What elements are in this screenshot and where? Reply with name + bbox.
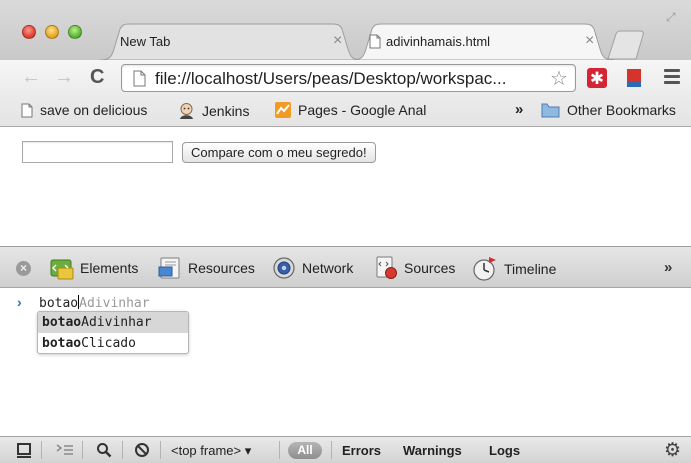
page-content: Compare com o meu segredo! bbox=[0, 128, 691, 246]
autocomplete-list: botaoAdivinhar botaoClicado bbox=[37, 311, 189, 354]
tab-label: Network bbox=[302, 260, 354, 276]
bookmark-google-analytics[interactable]: Pages - Google Anal bbox=[275, 102, 426, 118]
guess-input[interactable] bbox=[22, 141, 173, 163]
tab-network[interactable]: Network bbox=[272, 256, 353, 280]
address-bar[interactable]: file://localhost/Users/peas/Desktop/work… bbox=[121, 64, 576, 92]
suggestion-match: botao bbox=[42, 336, 82, 351]
filter-warnings-button[interactable]: Warnings bbox=[403, 443, 462, 458]
suggestion-rest: Clicado bbox=[81, 336, 136, 351]
window-close-button[interactable] bbox=[22, 25, 36, 39]
bookmark-star-icon[interactable]: ☆ bbox=[550, 66, 568, 91]
tab-new-tab[interactable]: New Tab × bbox=[100, 23, 362, 60]
search-icon[interactable] bbox=[96, 442, 112, 458]
title-bar: New Tab × adivinhamais.html × ⤢ bbox=[0, 0, 691, 60]
window-zoom-button[interactable] bbox=[68, 25, 82, 39]
bookmark-label: save on delicious bbox=[40, 102, 148, 118]
tab-label: Resources bbox=[188, 260, 255, 276]
tab-title: New Tab bbox=[120, 34, 171, 49]
fullscreen-icon[interactable]: ⤢ bbox=[666, 10, 676, 25]
devtools-toolbar: × Elements Resources Network Sources Tim… bbox=[0, 246, 691, 288]
autocomplete-item[interactable]: botaoClicado bbox=[38, 333, 188, 353]
tab-label: Elements bbox=[80, 260, 139, 276]
devtools-status-bar: <top frame> ▾ All Errors Warnings Logs ⚙ bbox=[0, 436, 691, 463]
devtools-close-icon[interactable]: × bbox=[16, 261, 31, 276]
suggestion-match: botao bbox=[42, 315, 82, 330]
analytics-icon bbox=[275, 102, 291, 118]
compare-button[interactable]: Compare com o meu segredo! bbox=[182, 142, 376, 163]
console-prompt-icon: › bbox=[17, 294, 22, 310]
bookmark-save-on-delicious[interactable]: save on delicious bbox=[21, 102, 147, 118]
window-minimize-button[interactable] bbox=[45, 25, 59, 39]
tab-timeline[interactable]: Timeline bbox=[472, 256, 556, 282]
bookmark-label: Pages - Google Anal bbox=[298, 102, 427, 118]
console-typed-text: botao bbox=[39, 296, 79, 311]
devtools-overflow-button[interactable]: » bbox=[664, 259, 672, 276]
divider bbox=[279, 441, 280, 459]
tab-title: adivinhamais.html bbox=[386, 34, 491, 49]
extension-bookmark-icon[interactable] bbox=[626, 68, 642, 88]
url-text: file://localhost/Users/peas/Desktop/work… bbox=[155, 69, 507, 88]
extension-lastpass-icon[interactable]: ✱ bbox=[587, 68, 607, 88]
tab-elements[interactable]: Elements bbox=[50, 256, 138, 280]
clear-console-icon[interactable] bbox=[134, 442, 150, 458]
bookmark-other-bookmarks[interactable]: Other Bookmarks bbox=[541, 102, 676, 118]
network-icon bbox=[273, 257, 295, 279]
bookmark-label: Other Bookmarks bbox=[567, 102, 676, 118]
resources-icon bbox=[158, 257, 180, 279]
timeline-icon bbox=[473, 257, 496, 281]
jenkins-icon bbox=[180, 103, 193, 119]
page-icon bbox=[133, 70, 146, 87]
back-button[interactable]: ← bbox=[21, 64, 41, 90]
console-panel[interactable]: › botaoAdivinhar botaoAdivinhar botaoCli… bbox=[0, 288, 691, 436]
sources-icon bbox=[376, 256, 397, 279]
filter-errors-button[interactable]: Errors bbox=[342, 443, 381, 458]
divider bbox=[82, 441, 83, 459]
forward-button[interactable]: → bbox=[54, 64, 74, 90]
browser-toolbar: ← → C file://localhost/Users/peas/Deskto… bbox=[0, 60, 691, 96]
tab-resources[interactable]: Resources bbox=[158, 256, 255, 280]
page-icon bbox=[21, 103, 33, 117]
bookmark-label: Jenkins bbox=[202, 102, 250, 119]
filter-logs-button[interactable]: Logs bbox=[489, 443, 520, 458]
bookmark-jenkins[interactable]: Jenkins bbox=[178, 102, 249, 119]
divider bbox=[122, 441, 123, 459]
bookmarks-overflow-button[interactable]: » bbox=[515, 101, 523, 118]
divider bbox=[41, 441, 42, 459]
autocomplete-item[interactable]: botaoAdivinhar bbox=[38, 312, 188, 333]
tab-adivinhamais[interactable]: adivinhamais.html × bbox=[352, 23, 614, 60]
tab-label: Timeline bbox=[504, 261, 557, 277]
tab-sources[interactable]: Sources bbox=[374, 256, 455, 280]
console-input[interactable]: botaoAdivinhar bbox=[39, 295, 150, 311]
new-tab-button[interactable] bbox=[606, 30, 648, 60]
menu-icon[interactable] bbox=[664, 69, 680, 87]
tab-label: Sources bbox=[404, 260, 456, 276]
gear-icon[interactable]: ⚙ bbox=[664, 439, 681, 462]
console-autocomplete-hint: Adivinhar bbox=[79, 296, 150, 311]
elements-icon bbox=[50, 259, 74, 280]
page-icon bbox=[369, 34, 381, 49]
divider bbox=[331, 441, 332, 459]
folder-icon bbox=[541, 103, 560, 117]
divider bbox=[160, 441, 161, 459]
filter-all-button[interactable]: All bbox=[288, 442, 322, 459]
bookmarks-bar: save on delicious Jenkins Pages - Google… bbox=[0, 96, 691, 127]
reload-button[interactable]: C bbox=[90, 64, 104, 90]
tab-close-icon[interactable]: × bbox=[333, 32, 342, 50]
frame-selector[interactable]: <top frame> ▾ bbox=[171, 443, 251, 459]
tab-close-icon[interactable]: × bbox=[585, 32, 594, 50]
suggestion-rest: Adivinhar bbox=[81, 315, 152, 330]
console-drawer-icon[interactable] bbox=[56, 443, 74, 458]
dock-icon[interactable] bbox=[16, 442, 34, 459]
